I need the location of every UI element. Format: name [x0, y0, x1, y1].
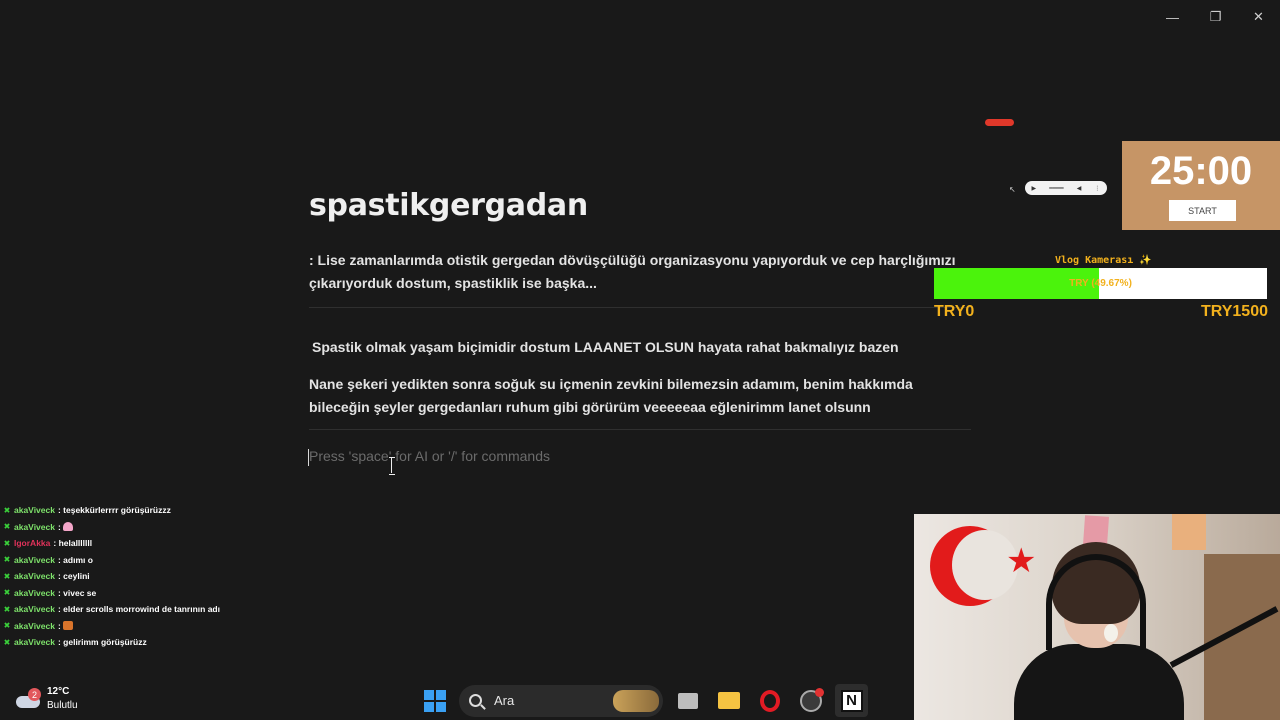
- text-caret: [308, 449, 309, 466]
- timer-value: 25:00: [1149, 149, 1253, 193]
- window-controls: — ❐ ✕: [1151, 6, 1280, 28]
- moderator-badge-icon: ✖: [3, 522, 11, 532]
- stream-chat: ✖ akaViveck: teşekkürlerrrr görüşürüzzz ✖ a…: [3, 502, 303, 651]
- divider: [309, 429, 971, 430]
- weather-widget[interactable]: 2 12°C Bulutlu: [14, 685, 78, 713]
- chat-text: : adımı o: [57, 554, 93, 565]
- text-block-3[interactable]: Nane şekeri yedikten sonra soğuk su içme…: [309, 373, 971, 419]
- flag-star-icon: ★: [1006, 542, 1037, 580]
- search-label: Ara: [494, 693, 515, 708]
- chat-username[interactable]: akaViveck: [14, 505, 55, 515]
- pomodoro-timer: 25:00 START: [1122, 141, 1280, 230]
- goal-progress-text: TRY (49.67%): [1069, 278, 1132, 289]
- chat-username[interactable]: akaViveck: [14, 522, 55, 532]
- moderator-badge-icon: ✖: [3, 555, 11, 565]
- headset: [1046, 554, 1146, 650]
- chrome-icon[interactable]: [794, 684, 827, 717]
- chat-message: ✖ IgorAkka: helalllllll: [3, 535, 303, 552]
- chat-message: ✖ akaViveck:: [3, 519, 303, 536]
- webcam-feed: ★: [914, 514, 1280, 720]
- minimize-button[interactable]: —: [1151, 6, 1194, 28]
- mouse-cursor-ibeam: [389, 457, 395, 475]
- windows-start-icon[interactable]: [418, 684, 451, 717]
- wall-card: [1172, 514, 1206, 550]
- mini-media-player[interactable]: ▶ ━━━━ ◀ ⋮: [1025, 181, 1107, 195]
- moderator-badge-icon: ✖: [3, 621, 11, 631]
- chat-message: ✖ akaViveck: vivec se: [3, 585, 303, 602]
- text-block-1[interactable]: : Lise zamanlarımda otistik gergedan döv…: [309, 249, 971, 295]
- goal-min-label: TRY0: [934, 303, 975, 320]
- file-explorer-icon[interactable]: [712, 684, 745, 717]
- moderator-badge-icon: ✖: [3, 538, 11, 548]
- chat-text: : vivec se: [57, 587, 97, 598]
- taskbar-search[interactable]: Ara: [459, 684, 663, 717]
- chat-username[interactable]: IgorAkka: [14, 538, 50, 548]
- seek-bar[interactable]: ━━━━: [1049, 185, 1063, 192]
- timer-start-button[interactable]: START: [1169, 200, 1236, 221]
- goal-progress-bar: TRY (49.67%): [934, 268, 1267, 299]
- search-highlight-image[interactable]: [613, 689, 659, 712]
- opera-browser-icon[interactable]: [753, 684, 786, 717]
- cloud-icon: 2: [14, 688, 42, 710]
- chat-message: ✖ akaViveck: gelirimm görüşürüzz: [3, 634, 303, 651]
- moderator-badge-icon: ✖: [3, 505, 11, 515]
- restore-button[interactable]: ❐: [1194, 6, 1237, 28]
- close-button[interactable]: ✕: [1237, 6, 1280, 28]
- chat-username[interactable]: akaViveck: [14, 637, 55, 647]
- chat-text: : ceylini: [57, 571, 90, 582]
- chat-text: : elder scrolls morrowind de tanrının ad…: [57, 604, 220, 615]
- goal-max-label: TRY1500: [1201, 303, 1268, 320]
- goal-title: Vlog Kamerası ✨: [1055, 255, 1152, 266]
- chat-message: ✖ akaViveck: adımı o: [3, 552, 303, 569]
- moderator-badge-icon: ✖: [3, 637, 11, 647]
- weather-condition: Bulutlu: [47, 700, 78, 711]
- text-block-2[interactable]: Spastik olmak yaşam biçimidir dostum LAA…: [309, 336, 971, 359]
- chat-username[interactable]: akaViveck: [14, 571, 55, 581]
- white-flower: [1104, 624, 1118, 642]
- play-icon[interactable]: ▶: [1032, 185, 1037, 192]
- moderator-badge-icon: ✖: [3, 604, 11, 614]
- search-icon: [469, 694, 482, 707]
- chat-username[interactable]: akaViveck: [14, 555, 55, 565]
- volume-icon[interactable]: ◀: [1077, 185, 1082, 192]
- food-emoji-icon: [62, 621, 73, 631]
- streamer-body: [1014, 644, 1184, 720]
- divider: [309, 307, 971, 308]
- chat-username[interactable]: akaViveck: [14, 588, 55, 598]
- moderator-badge-icon: ✖: [3, 571, 11, 581]
- chat-message: ✖ akaViveck: teşekkürlerrrr görüşürüzzz: [3, 502, 303, 519]
- windows-taskbar: 2 12°C Bulutlu Ara N: [0, 680, 914, 720]
- chat-text: :: [57, 620, 61, 631]
- chat-text: : teşekkürlerrrr görüşürüzzz: [57, 505, 171, 516]
- notion-icon[interactable]: N: [835, 684, 868, 717]
- chat-message: ✖ akaViveck:: [3, 618, 303, 635]
- chat-message: ✖ akaViveck: elder scrolls morrowind de t…: [3, 601, 303, 618]
- temperature: 12°C: [47, 686, 70, 697]
- block-placeholder: Press 'space' for AI or '/' for commands: [309, 448, 551, 464]
- notification-badge: 2: [28, 688, 41, 701]
- page-title[interactable]: spastikgergadan: [309, 188, 971, 223]
- desktop-app-icon[interactable]: [671, 684, 704, 717]
- chat-message: ✖ akaViveck: ceylini: [3, 568, 303, 585]
- chat-text: : helalllllll: [53, 538, 93, 549]
- chat-text: : gelirimm görüşürüzz: [57, 637, 147, 648]
- more-icon[interactable]: ⋮: [1094, 185, 1100, 192]
- chat-username[interactable]: akaViveck: [14, 621, 55, 631]
- moderator-badge-icon: ✖: [3, 588, 11, 598]
- notion-page: spastikgergadan : Lise zamanlarımda otis…: [308, 188, 971, 466]
- chat-username[interactable]: akaViveck: [14, 604, 55, 614]
- chat-text: :: [57, 521, 61, 532]
- heart-emoji-icon: [62, 522, 73, 532]
- pointer-icon: ↖: [1009, 185, 1016, 194]
- empty-block-input[interactable]: Press 'space' for AI or '/' for commands: [308, 448, 971, 466]
- recording-indicator: [985, 119, 1014, 126]
